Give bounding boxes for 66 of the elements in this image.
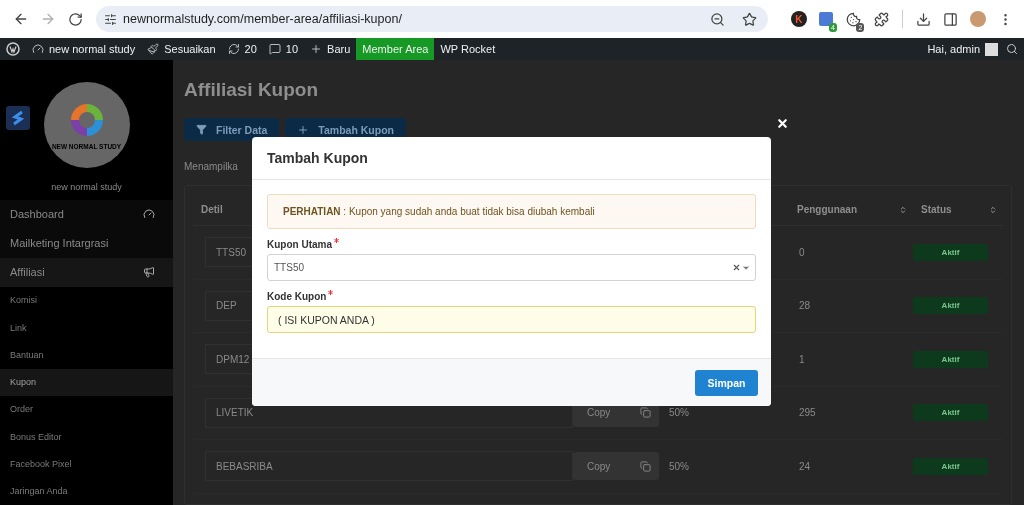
sidebar-subitem[interactable]: Bonus Editor [0,423,173,451]
copy-button[interactable]: Copy [573,452,659,481]
info-text: Menampilka [184,161,238,172]
copy-icon [640,460,651,472]
admin-bar-item[interactable]: 20 [221,38,263,60]
gauge-icon [32,43,44,55]
sidebar-subitem[interactable]: Kupon [0,368,173,396]
sort-icon [899,205,907,214]
refresh-icon [227,43,240,55]
status-badge: Aktif [913,243,988,261]
admin-bar-item[interactable]: Baru [304,38,357,60]
gauge-icon [143,208,155,221]
filter-button[interactable]: Filter Data [184,118,280,141]
megaphone-icon [143,266,155,279]
sidebar-subitem[interactable]: Link [0,314,173,342]
status-badge: Aktif [913,350,988,368]
page-title: Affiliasi Kupon [184,79,320,101]
sidebar-subitem[interactable]: Facebook Pixel [0,450,173,478]
address-bar[interactable]: newnormalstudy.com/member-area/affiliasi-kupon/ [96,6,769,32]
column-header[interactable]: Status [913,204,1003,215]
sidebar-subitem[interactable]: Order [0,395,173,424]
table-cell-text: 50% [668,460,690,472]
table-cell-text: 1 [798,353,806,365]
admin-bar-item[interactable]: Member Area [356,38,435,60]
brush-icon [147,43,160,55]
admin-bar-item[interactable]: new normal study [26,38,142,60]
table-cell-text: 0 [798,246,806,258]
save-button[interactable]: Simpan [695,369,758,396]
admin-bar-item[interactable]: 10 [262,38,305,60]
table-cell-text: 28 [798,300,812,312]
greeting[interactable]: Hai, admin [927,43,980,55]
table-cell-text: 295 [798,407,817,419]
coupon-select[interactable]: TTS50 [267,254,756,281]
site-settings-icon[interactable] [104,12,118,26]
table-cell-text: 24 [798,460,812,472]
table-cell-text: 50% [668,407,690,419]
status-badge: Aktif [913,404,988,422]
field-label: Kode Kupon [267,291,327,302]
filter-icon [196,124,207,135]
status-badge: Aktif [913,297,988,315]
warning-alert: PERHATIAN : Kupon yang sudah anda buat tidak bisa diubah kembali [267,194,756,229]
plus-icon [310,43,323,55]
avatar-icon[interactable] [985,42,998,56]
field-label: Kupon Utama [267,239,332,250]
sidebar-subitem[interactable]: Bantuan [0,341,173,369]
comment-icon [268,43,281,55]
clear-icon [732,263,741,272]
admin-bar-item[interactable]: WP Rocket [434,38,502,60]
copy-icon [640,407,651,419]
close-icon[interactable] [776,117,789,130]
sidebar-item[interactable]: Affiliasi [0,257,173,287]
sort-icon [989,205,997,214]
column-header[interactable]: Penggunaan [789,204,913,215]
coupon-code-cell: BEBASRIBA [205,451,573,482]
admin-bar-item[interactable]: Sesuaikan [141,38,222,60]
sidebar-subitem[interactable]: Komisi [0,286,173,315]
sidebar-item[interactable]: Dashboard [0,199,173,229]
sidebar-subitem[interactable]: Jaringan Anda [0,477,173,505]
plus-icon [297,123,310,136]
brand-caption: new normal study [51,182,122,192]
search-icon[interactable] [1006,43,1018,55]
modal-title: Tambah Kupon [267,150,368,166]
status-badge: Aktif [913,457,988,475]
input-field[interactable]: ( ISI KUPON ANDA ) [267,306,756,333]
sidebar-item[interactable]: Mailketing Intargrasi [0,228,173,258]
app-logo-icon [6,106,30,130]
